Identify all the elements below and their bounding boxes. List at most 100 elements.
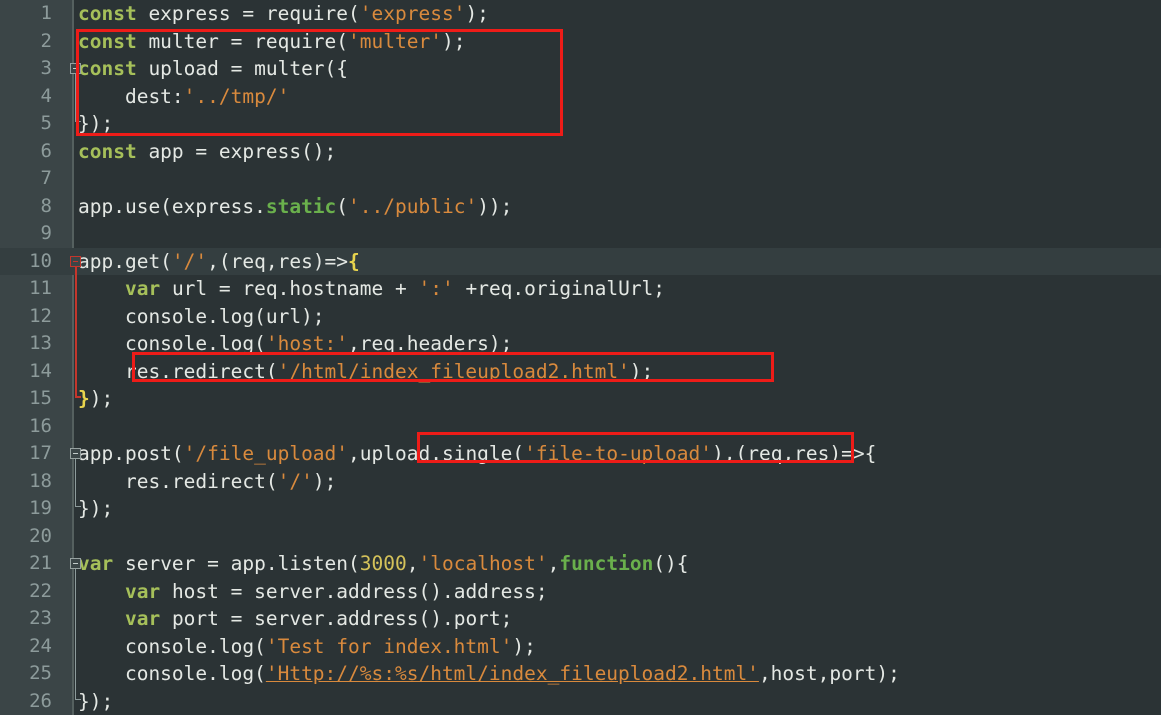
line-number: 26 bbox=[29, 689, 52, 712]
code-line[interactable]: 19}); bbox=[0, 495, 1161, 523]
code-token: '/html/index_fileupload2.html' bbox=[277, 359, 630, 383]
code-token: ); bbox=[312, 469, 337, 493]
code-text[interactable]: const multer = require('multer'); bbox=[78, 28, 465, 56]
code-text[interactable]: var host = server.address().address; bbox=[78, 578, 548, 606]
code-line[interactable]: 16 bbox=[0, 413, 1161, 441]
code-editor[interactable]: 1 const express = require('express'); 2 con… bbox=[0, 0, 1161, 715]
code-line[interactable]: 13 console.log('host:',req.headers); bbox=[0, 330, 1161, 358]
code-token: 'express' bbox=[359, 2, 466, 25]
code-text[interactable]: }); bbox=[78, 385, 113, 413]
code-text[interactable]: dest:'../tmp/' bbox=[78, 83, 289, 111]
line-number: 2 bbox=[40, 29, 52, 52]
code-text[interactable]: }); bbox=[78, 110, 113, 138]
line-number: 1 bbox=[40, 2, 52, 24]
code-token: }); bbox=[78, 497, 114, 520]
code-token: '../public' bbox=[348, 194, 478, 218]
code-token: , bbox=[547, 552, 560, 575]
code-token: 'file-to-upload' bbox=[524, 442, 712, 465]
code-line[interactable]: 10 app.get('/',(req,res)=>{ bbox=[0, 247, 1161, 276]
code-token: '/file_upload' bbox=[183, 442, 349, 465]
line-number: 11 bbox=[29, 277, 52, 299]
code-text[interactable]: console.log('host:',req.headers); bbox=[78, 330, 512, 358]
code-token: host = server.address().address; bbox=[160, 579, 548, 603]
line-number: 24 bbox=[29, 634, 52, 657]
code-text[interactable]: var url = req.hostname + ':' +req.origin… bbox=[78, 275, 665, 303]
code-line[interactable]: 22 var host = server.address().address; bbox=[0, 578, 1161, 606]
fold-toggle-icon[interactable] bbox=[70, 63, 81, 74]
code-text[interactable]: const upload = multer({ bbox=[78, 55, 348, 83]
code-token: ,(req,res)=> bbox=[207, 249, 349, 273]
code-line[interactable]: 5}); bbox=[0, 110, 1161, 138]
code-line[interactable]: 6 const app = express(); bbox=[0, 138, 1161, 166]
code-token: app.post( bbox=[78, 442, 184, 465]
code-token: ); bbox=[89, 387, 114, 410]
code-text[interactable]: const express = require('express'); bbox=[78, 0, 489, 28]
line-number: 7 bbox=[40, 167, 52, 189]
line-number: 12 bbox=[29, 304, 52, 327]
code-token: , bbox=[406, 552, 419, 575]
code-token: ); bbox=[441, 29, 466, 53]
code-token: var bbox=[124, 607, 161, 630]
code-line[interactable]: 3 const upload = multer({ bbox=[0, 55, 1161, 83]
code-line[interactable]: 14 res.redirect('/html/index_fileupload2… bbox=[0, 358, 1161, 386]
code-token: 'host:' bbox=[265, 332, 349, 355]
code-text[interactable]: console.log('Test for index.html'); bbox=[78, 633, 536, 661]
code-line[interactable]: 17 app.post('/file_upload',upload.single(… bbox=[0, 440, 1161, 468]
code-token: 'Http://%s:%s/html/index_fileupload2.htm… bbox=[265, 662, 759, 685]
code-text[interactable]: res.redirect('/'); bbox=[78, 468, 336, 496]
fold-toggle-icon[interactable] bbox=[70, 558, 81, 569]
code-line[interactable]: 23 var port = server.address().port; bbox=[0, 605, 1161, 633]
code-line[interactable]: 21 var server = app.listen(3000,'localhos… bbox=[0, 550, 1161, 578]
code-token: multer = require( bbox=[136, 29, 349, 53]
code-line[interactable]: 11 var url = req.hostname + ':' +req.ori… bbox=[0, 275, 1161, 303]
line-number: 14 bbox=[29, 359, 52, 382]
line-number: 18 bbox=[29, 469, 52, 492]
code-token: app.get( bbox=[78, 249, 172, 273]
code-line[interactable]: 4 dest:'../tmp/' bbox=[0, 83, 1161, 111]
line-number: 22 bbox=[29, 579, 52, 602]
line-number: 3 bbox=[40, 57, 52, 79]
line-number: 6 bbox=[40, 139, 52, 162]
code-text[interactable]: const app = express(); bbox=[78, 138, 336, 166]
code-line[interactable]: 15}); bbox=[0, 385, 1161, 413]
code-text[interactable]: res.redirect('/html/index_fileupload2.ht… bbox=[78, 358, 653, 386]
fold-end-marker bbox=[75, 506, 81, 507]
code-token: res.redirect( bbox=[78, 469, 278, 493]
code-token: const bbox=[78, 139, 137, 163]
code-line[interactable]: 25 console.log('Http://%s:%s/html/index_… bbox=[0, 660, 1161, 688]
line-number: 23 bbox=[29, 607, 52, 629]
code-token: app = express(); bbox=[136, 139, 337, 163]
code-line[interactable]: 7 bbox=[0, 165, 1161, 193]
code-line[interactable]: 20 bbox=[0, 523, 1161, 551]
code-text[interactable]: }); bbox=[78, 495, 113, 523]
code-line[interactable]: 2 const multer = require('multer'); bbox=[0, 28, 1161, 56]
code-line[interactable]: 1 const express = require('express'); bbox=[0, 0, 1161, 28]
code-text[interactable]: app.post('/file_upload',upload.single('f… bbox=[78, 440, 876, 468]
code-line[interactable]: 9 bbox=[0, 220, 1161, 248]
fold-toggle-icon[interactable] bbox=[70, 448, 81, 459]
line-number: 4 bbox=[40, 84, 52, 107]
fold-toggle-icon[interactable] bbox=[70, 255, 81, 267]
code-text[interactable]: }); bbox=[78, 688, 113, 715]
code-text[interactable]: console.log(url); bbox=[78, 303, 325, 331]
code-text[interactable]: app.use(express.static('../public')); bbox=[78, 193, 512, 221]
code-text[interactable]: app.get('/',(req,res)=>{ bbox=[78, 248, 360, 276]
code-line[interactable]: 18 res.redirect('/'); bbox=[0, 468, 1161, 496]
code-text[interactable]: console.log('Http://%s:%s/html/index_fil… bbox=[78, 660, 900, 688]
code-line[interactable]: 8 app.use(express.static('../public')); bbox=[0, 193, 1161, 221]
code-text[interactable]: var server = app.listen(3000,'localhost'… bbox=[78, 550, 689, 578]
code-token: ,host,port); bbox=[758, 662, 900, 685]
code-line[interactable]: 12 console.log(url); bbox=[0, 303, 1161, 331]
code-line[interactable]: 26}); bbox=[0, 688, 1161, 715]
fold-guide-line bbox=[75, 459, 76, 506]
code-line[interactable]: 24 console.log('Test for index.html'); bbox=[0, 633, 1161, 661]
code-token: static bbox=[265, 194, 337, 218]
code-text[interactable]: var port = server.address().port; bbox=[78, 605, 512, 633]
fold-end-marker bbox=[75, 121, 81, 122]
code-token: url = req.hostname + bbox=[160, 277, 419, 300]
line-number: 19 bbox=[29, 497, 52, 519]
code-token: ); bbox=[629, 359, 654, 383]
